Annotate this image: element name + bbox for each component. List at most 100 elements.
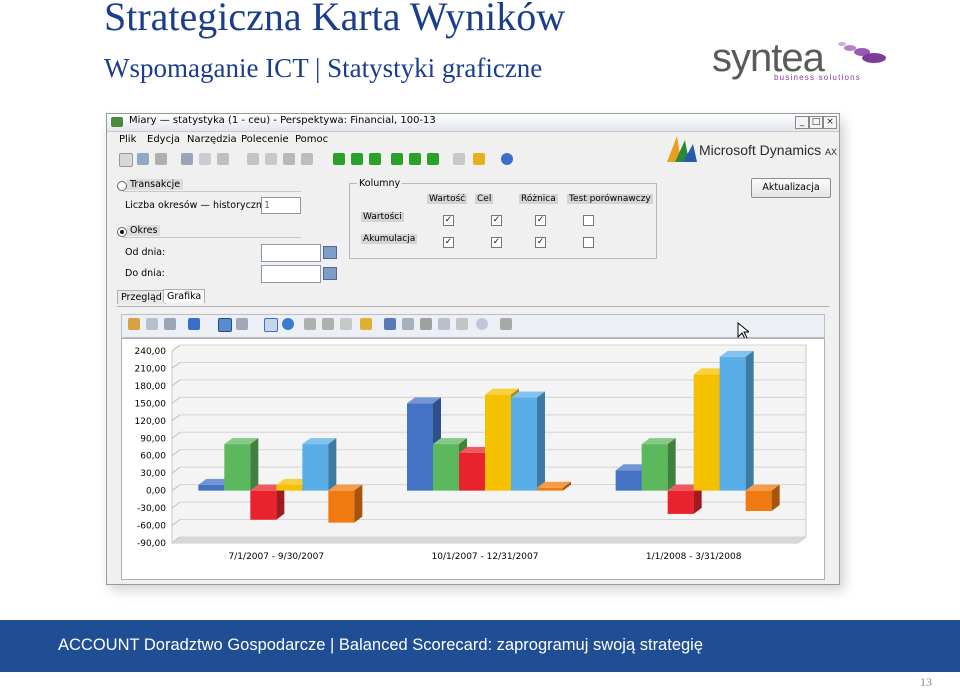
periods-label: Liczba okresów — historycznie: — [125, 200, 274, 211]
chart-type-icon[interactable] — [188, 318, 200, 330]
print-chart-icon[interactable] — [164, 318, 176, 330]
column-checkbox[interactable]: ✓ — [443, 237, 454, 248]
new-icon[interactable] — [119, 153, 133, 167]
transakcje-radio[interactable] — [117, 181, 127, 191]
transakcje-label: Transakcje — [127, 179, 184, 190]
chart-toolbar — [121, 314, 825, 338]
menu-item-pomoc[interactable]: Pomoc — [295, 134, 328, 145]
chart-properties-icon[interactable] — [128, 318, 140, 330]
help-icon[interactable] — [501, 153, 513, 165]
y-tick-label: 210,00 — [135, 364, 167, 374]
copy-chart-icon[interactable] — [146, 318, 158, 330]
pan-up-icon[interactable] — [322, 318, 334, 330]
y-tick-label: 150,00 — [135, 399, 167, 409]
advanced-filter-icon[interactable] — [283, 153, 295, 165]
calendar-icon[interactable] — [323, 267, 337, 280]
print-icon[interactable] — [181, 153, 193, 165]
save-icon[interactable] — [137, 153, 149, 165]
minimize-button[interactable]: _ — [795, 116, 809, 129]
app-window: Miary — statystyka (1 - ceu) - Perspekty… — [106, 113, 840, 585]
chart-floor — [172, 537, 806, 543]
x-category-label: 10/1/2007 - 12/31/2007 — [432, 552, 539, 562]
od-dnia-label: Od dnia: — [125, 247, 166, 258]
col-header-wartosc: Wartość — [427, 194, 468, 204]
pan-left-icon[interactable] — [304, 318, 316, 330]
syntea-logo: syntea business solutions — [712, 38, 892, 90]
column-checkbox[interactable] — [583, 237, 594, 248]
column-checkbox[interactable]: ✓ — [491, 215, 502, 226]
slide-subtitle: Wspomaganie ICT | Statystyki graficzne — [104, 53, 543, 83]
menu-item-plik[interactable]: Plik — [119, 134, 136, 145]
col-header-test: Test porównawczy — [567, 194, 653, 204]
menu-item-narzedzia[interactable]: Narzędzia — [187, 134, 237, 145]
next-record-icon[interactable] — [391, 153, 403, 165]
chart-bar — [224, 438, 259, 491]
axis-icon[interactable] — [402, 318, 414, 330]
zoom-icon[interactable] — [340, 318, 352, 330]
y-tick-label: -30,00 — [137, 504, 166, 514]
y-tick-label: -90,00 — [137, 539, 166, 549]
chart-panel: 240,00 210,00 180,00 150,00 120,00 90,00 60,00… — [121, 338, 825, 580]
column-checkbox[interactable]: ✓ — [535, 215, 546, 226]
rotate-icon[interactable] — [282, 318, 294, 330]
filter-icon[interactable] — [247, 153, 259, 165]
column-checkbox[interactable]: ✓ — [491, 237, 502, 248]
dynamics-wordmark: Microsoft Dynamics AX — [699, 142, 837, 158]
od-dnia-input[interactable] — [261, 244, 321, 262]
column-checkbox[interactable]: ✓ — [443, 215, 454, 226]
prev-record-icon[interactable] — [369, 153, 381, 165]
logo-swirl-icon — [838, 42, 886, 63]
calendar-icon[interactable] — [323, 246, 337, 259]
dynamics-logo-icon — [667, 136, 697, 162]
filter-selection-icon[interactable] — [265, 153, 277, 165]
footer-bar: ACCOUNT Doradztwo Gospodarcze | Balanced… — [0, 620, 960, 672]
page-number: 13 — [920, 675, 932, 689]
menu-item-edycja[interactable]: Edycja — [147, 134, 180, 145]
column-checkbox[interactable]: ✓ — [535, 237, 546, 248]
next-page-icon[interactable] — [409, 153, 421, 165]
dynamics-ax: AX — [825, 147, 838, 157]
bar-chart: 240,00 210,00 180,00 150,00 120,00 90,00 60,00… — [135, 344, 807, 562]
column-checkbox[interactable] — [583, 215, 594, 226]
y-tick-label: -60,00 — [137, 522, 166, 532]
pointer-mode-icon[interactable] — [218, 318, 232, 332]
tab-przeglad[interactable]: Przegląd — [117, 290, 166, 304]
row-header-akumulacja: Akumulacja — [361, 234, 418, 244]
tools-icon[interactable] — [500, 318, 512, 330]
okres-radio[interactable] — [117, 227, 127, 237]
okres-label: Okres — [127, 225, 161, 236]
list-icon[interactable] — [456, 318, 468, 330]
do-dnia-input[interactable] — [261, 265, 321, 283]
prev-page-icon[interactable] — [351, 153, 363, 165]
chart-bar — [511, 391, 545, 491]
tab-grafika[interactable]: Grafika — [163, 289, 206, 303]
kolumny-title: Kolumny — [357, 178, 403, 189]
refresh-button[interactable]: Aktualizacja — [751, 178, 831, 198]
color-icon[interactable] — [236, 318, 248, 330]
find-icon[interactable] — [217, 153, 229, 165]
edit-icon[interactable] — [420, 318, 432, 330]
y-tick-label: 30,00 — [140, 469, 166, 479]
magnify-icon[interactable] — [476, 318, 488, 330]
3d-view-icon[interactable] — [264, 318, 278, 332]
menu-item-polecenie[interactable]: Polecenie — [241, 134, 289, 145]
first-record-icon[interactable] — [333, 153, 345, 165]
periods-input[interactable]: 1 — [261, 197, 301, 214]
data-grid-icon[interactable] — [384, 318, 396, 330]
chart-bar — [328, 484, 363, 523]
window-title: Miary — statystyka (1 - ceu) - Perspekty… — [129, 115, 436, 126]
delete-icon[interactable] — [155, 153, 167, 165]
x-category-label: 1/1/2008 - 3/31/2008 — [646, 552, 742, 562]
logo-tagline: business solutions — [774, 73, 861, 82]
maximize-button[interactable]: □ — [809, 116, 823, 129]
table-icon[interactable] — [438, 318, 450, 330]
remove-filter-icon[interactable] — [301, 153, 313, 165]
footer-text: ACCOUNT Doradztwo Gospodarcze | Balanced… — [58, 636, 704, 654]
alert-icon[interactable] — [473, 153, 485, 165]
chart-bar — [641, 438, 676, 491]
legend-icon[interactable] — [360, 318, 372, 330]
attachment-icon[interactable] — [453, 153, 465, 165]
last-record-icon[interactable] — [427, 153, 439, 165]
preview-icon[interactable] — [199, 153, 211, 165]
close-button[interactable]: × — [823, 116, 837, 129]
